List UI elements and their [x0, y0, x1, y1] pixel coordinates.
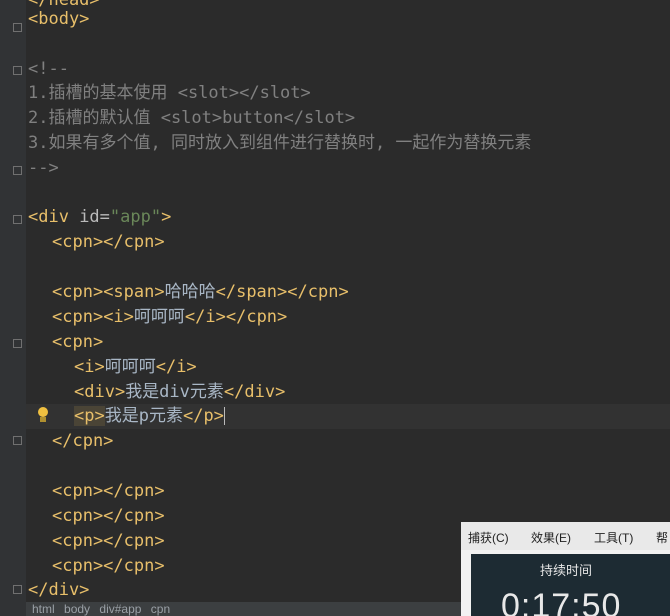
attr-token: id= — [79, 207, 110, 227]
breadcrumb-item[interactable]: div#app — [99, 602, 141, 616]
code-line[interactable]: <div>我是div元素</div> — [74, 380, 285, 405]
fold-marker-icon[interactable] — [13, 23, 22, 32]
code-line[interactable]: <i>呵呵呵</i> — [74, 355, 197, 380]
string-token: "app" — [109, 207, 162, 227]
text-token: 我是div元素 — [125, 382, 224, 402]
duration-value: 0:17:50 — [501, 587, 622, 616]
menu-capture[interactable]: 捕获(C) — [468, 529, 509, 546]
fold-marker-icon[interactable] — [13, 339, 22, 348]
code-line[interactable]: <cpn></cpn> — [52, 504, 165, 529]
tag-token: </div> — [223, 382, 286, 402]
fold-marker-icon[interactable] — [13, 436, 22, 445]
code-line[interactable]: <cpn></cpn> — [52, 230, 165, 255]
tag-token: > — [161, 207, 172, 227]
breadcrumb-item[interactable]: html — [32, 602, 55, 616]
tag-token: </i> — [155, 357, 197, 377]
duration-label: 持续时间 — [539, 563, 592, 578]
tag-token: <p> — [74, 406, 105, 426]
code-line[interactable]: </cpn> — [52, 429, 113, 454]
tag-token: <i> — [103, 307, 134, 327]
code-line[interactable]: <div id="app"> — [28, 205, 171, 230]
menu-help[interactable]: 帮 — [656, 529, 668, 546]
code-line[interactable]: <body> — [28, 7, 89, 32]
tag-token: <cpn> — [52, 282, 104, 302]
text-token: 呵呵呵 — [133, 307, 185, 327]
text-token: 呵呵呵 — [104, 357, 156, 377]
tag-token: </p> — [182, 406, 224, 426]
code-line[interactable]: <cpn> — [52, 330, 103, 355]
tag-token: <cpn> — [52, 307, 104, 327]
text-token: 我是p元素 — [104, 406, 183, 426]
tag-token: <i> — [74, 357, 105, 377]
duration-display: 持续时间 0:17:50 — [471, 554, 670, 616]
menu-effects[interactable]: 效果(E) — [531, 529, 571, 546]
recorder-menu-bar: 捕获(C) 效果(E) 工具(T) 帮 — [461, 522, 670, 550]
code-line[interactable]: </div> — [28, 578, 89, 603]
tag-token: </cpn> — [225, 307, 288, 327]
code-line[interactable]: <cpn><span>哈哈哈</span></cpn> — [52, 280, 349, 305]
code-line[interactable]: <!-- — [28, 57, 69, 82]
recorder-panel: 捕获(C) 效果(E) 工具(T) 帮 持续时间 0:17:50 — [461, 522, 670, 616]
breadcrumb: html body div#app cpn — [26, 602, 466, 616]
code-line[interactable]: 1.插槽的基本使用 <slot></slot> — [28, 81, 311, 106]
code-line[interactable]: 3.如果有多个值, 同时放入到组件进行替换时, 一起作为替换元素 — [28, 131, 531, 156]
tag-token: <div — [28, 207, 80, 227]
code-line-current[interactable]: <p>我是p元素</p> — [74, 404, 225, 429]
fold-marker-icon[interactable] — [13, 66, 22, 75]
tag-token: <span> — [103, 282, 165, 302]
fold-marker-icon[interactable] — [13, 166, 22, 175]
menu-tools[interactable]: 工具(T) — [594, 529, 633, 546]
tag-token: </i> — [184, 307, 226, 327]
tag-token: </cpn> — [287, 282, 349, 302]
tag-token: </span> — [215, 282, 288, 302]
lightbulb-icon[interactable] — [36, 407, 50, 425]
code-line[interactable]: <cpn></cpn> — [52, 479, 165, 504]
text-token: 哈哈哈 — [164, 282, 216, 302]
code-line[interactable]: <cpn></cpn> — [52, 554, 165, 579]
code-line[interactable]: <cpn></cpn> — [52, 529, 165, 554]
breadcrumb-item[interactable]: cpn — [151, 602, 170, 616]
editor-gutter — [0, 0, 26, 616]
tag-token: <div> — [74, 382, 126, 402]
fold-marker-icon[interactable] — [13, 215, 22, 224]
breadcrumb-item[interactable]: body — [64, 602, 90, 616]
text-caret — [223, 407, 225, 425]
code-line[interactable]: 2.插槽的默认值 <slot>button</slot> — [28, 106, 355, 131]
code-line[interactable]: --> — [28, 156, 59, 181]
code-line[interactable]: <cpn><i>呵呵呵</i></cpn> — [52, 305, 287, 330]
fold-marker-icon[interactable] — [13, 585, 22, 594]
